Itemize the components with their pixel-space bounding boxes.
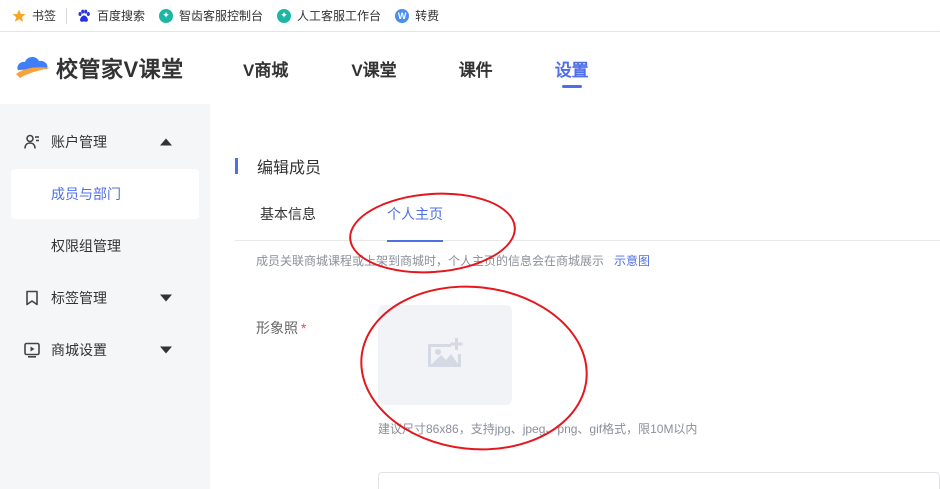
photo-upload-box[interactable]	[378, 305, 512, 405]
sidebar-group-account[interactable]: 账户管理	[0, 116, 210, 168]
bookmark-manual-service[interactable]: ✦ 人工客服工作台	[277, 0, 381, 32]
bookmarks-bar: 书签 百度搜索 ✦ 智齿客服控制台 ✦ 人工客服工作台 W 转费	[0, 0, 940, 32]
nav-vmall[interactable]: V商城	[243, 32, 288, 104]
store-play-icon	[24, 342, 40, 358]
sidebar-group-label: 标签管理	[51, 290, 107, 306]
bookmark-baidu[interactable]: 百度搜索	[77, 0, 145, 32]
example-link[interactable]: 示意图	[614, 254, 650, 268]
page-title-text: 编辑成员	[257, 160, 322, 177]
user-manage-icon	[24, 134, 40, 150]
w-logo-icon: W	[395, 8, 410, 23]
bookmark-separator	[66, 7, 68, 24]
photo-field-label: 形象照 *	[256, 318, 306, 338]
tab-label: 个人主页	[387, 206, 443, 222]
star-icon	[12, 9, 26, 23]
tooth-icon: ✦	[277, 8, 292, 23]
tooth-icon: ✦	[159, 8, 174, 23]
nav-label: 课件	[458, 60, 493, 80]
required-mark: *	[301, 320, 307, 336]
brand[interactable]: 校管家V课堂	[14, 52, 242, 85]
bookmark-label: 智齿客服控制台	[179, 9, 264, 23]
bookmark-bookmarks[interactable]: 书签	[12, 0, 56, 32]
nav-courseware[interactable]: 课件	[459, 32, 493, 104]
page-title: 编辑成员	[235, 156, 322, 177]
bookmark-transfer[interactable]: W 转费	[395, 0, 439, 32]
sidebar-group-label: 账户管理	[51, 134, 107, 150]
sidebar-item-label: 权限组管理	[51, 238, 121, 254]
sidebar-item-label: 成员与部门	[51, 186, 121, 202]
photo-label-text: 形象照	[256, 320, 298, 336]
caret-up-icon[interactable]	[160, 138, 172, 146]
cloud-logo-icon	[14, 52, 52, 85]
bookmark-icon	[24, 290, 40, 306]
nav-label: 设置	[554, 60, 589, 80]
tab-personal-homepage[interactable]: 个人主页	[387, 204, 443, 242]
hint-text: 成员关联商城课程或上架到商城时，个人主页的信息会在商城展示	[256, 254, 605, 268]
caret-down-icon[interactable]	[160, 294, 172, 302]
sidebar-item-permission-groups[interactable]: 权限组管理	[11, 221, 199, 271]
bookmark-label: 百度搜索	[97, 9, 146, 23]
sidebar: 账户管理 成员与部门 权限组管理 标签管理 商城设置	[0, 104, 210, 489]
add-image-icon	[425, 336, 465, 375]
bookmark-zhichi-console[interactable]: ✦ 智齿客服控制台	[159, 0, 263, 32]
bookmark-label: 人工客服工作台	[297, 9, 382, 23]
brand-name: 校管家V课堂	[56, 57, 184, 82]
next-field-input[interactable]	[378, 472, 940, 489]
sidebar-group-label: 商城设置	[51, 342, 107, 358]
caret-down-icon[interactable]	[160, 346, 172, 354]
bookmark-label: 转费	[415, 9, 440, 23]
profile-tabs: 基本信息 个人主页	[235, 204, 940, 242]
sidebar-item-members-departments[interactable]: 成员与部门	[11, 169, 199, 219]
sidebar-group-store[interactable]: 商城设置	[0, 324, 210, 376]
title-accent-bar	[235, 158, 238, 174]
bookmark-label: 书签	[32, 9, 57, 23]
nav-settings[interactable]: 设置	[555, 32, 589, 104]
main-content: 编辑成员 基本信息 个人主页 成员关联商城课程或上架到商城时，个人主页的信息会在…	[210, 104, 940, 489]
tab-label: 基本信息	[260, 206, 316, 222]
nav-vclassroom[interactable]: V课堂	[351, 32, 396, 104]
homepage-hint: 成员关联商城课程或上架到商城时，个人主页的信息会在商城展示 示意图	[256, 252, 650, 269]
top-navigation: 校管家V课堂 V商城 V课堂 课件 设置	[0, 32, 940, 104]
baidu-paw-icon	[77, 9, 91, 23]
sidebar-group-tags[interactable]: 标签管理	[0, 272, 210, 324]
tab-basic-info[interactable]: 基本信息	[260, 204, 316, 241]
nav-label: V商城	[243, 60, 289, 80]
upload-tip: 建议尺寸86x86，支持jpg、jpeg、png、gif格式，限10M以内	[378, 422, 698, 436]
nav-label: V课堂	[351, 60, 397, 80]
